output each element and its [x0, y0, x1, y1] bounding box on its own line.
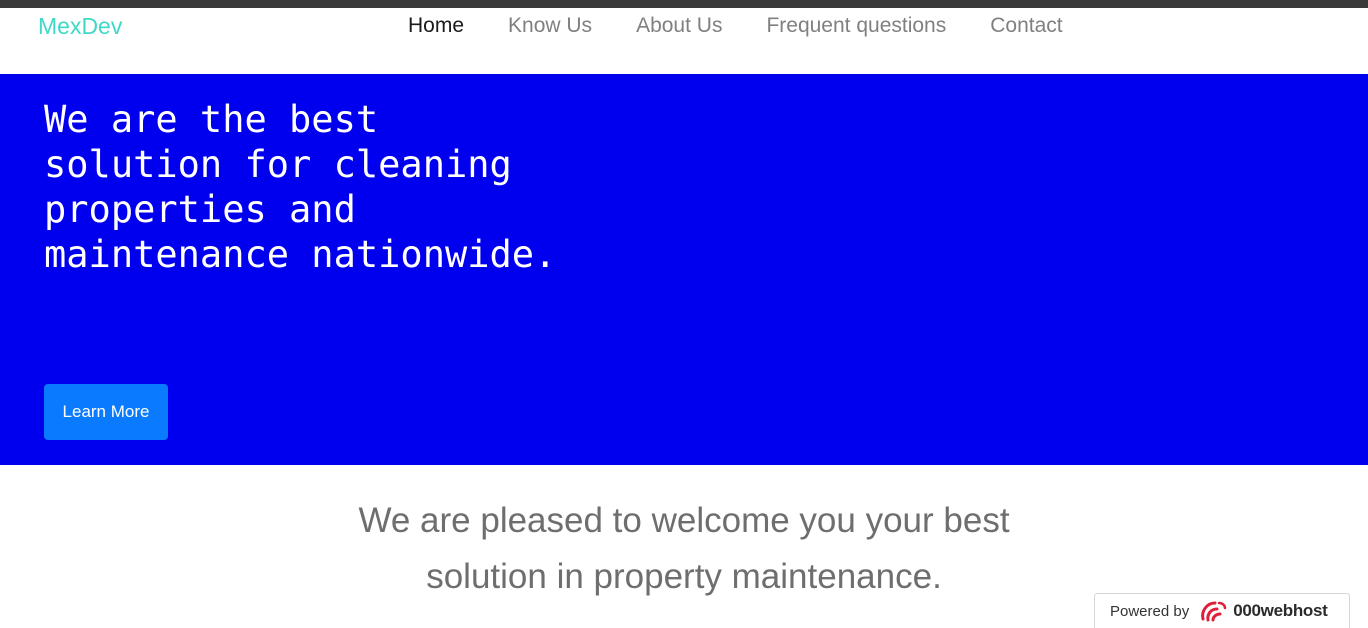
- nav-contact[interactable]: Contact: [968, 11, 1084, 41]
- hero-title: We are the best solution for cleaning pr…: [44, 98, 557, 276]
- powered-by-label: Powered by: [1110, 602, 1190, 620]
- nav-home[interactable]: Home: [386, 11, 486, 41]
- hero-section: We are the best solution for cleaning pr…: [0, 74, 1368, 465]
- powered-by-badge[interactable]: Powered by 000webhost: [1094, 593, 1350, 628]
- navbar: MexDev Home Know Us About Us Frequent qu…: [0, 8, 1368, 74]
- 000webhost-logo-icon: [1199, 599, 1227, 623]
- nav-links: Home Know Us About Us Frequent questions…: [386, 11, 1085, 41]
- brand-logo[interactable]: MexDev: [38, 11, 122, 41]
- nav-about-us[interactable]: About Us: [614, 11, 744, 41]
- welcome-line-1: We are pleased to welcome you your best: [358, 501, 1010, 540]
- nav-frequent-questions[interactable]: Frequent questions: [744, 11, 968, 41]
- nav-know-us[interactable]: Know Us: [486, 11, 614, 41]
- learn-more-button[interactable]: Learn More: [44, 384, 168, 440]
- browser-top-strip: [0, 0, 1368, 8]
- welcome-heading: We are pleased to welcome you your best …: [0, 493, 1368, 605]
- host-name: 000webhost: [1233, 601, 1328, 620]
